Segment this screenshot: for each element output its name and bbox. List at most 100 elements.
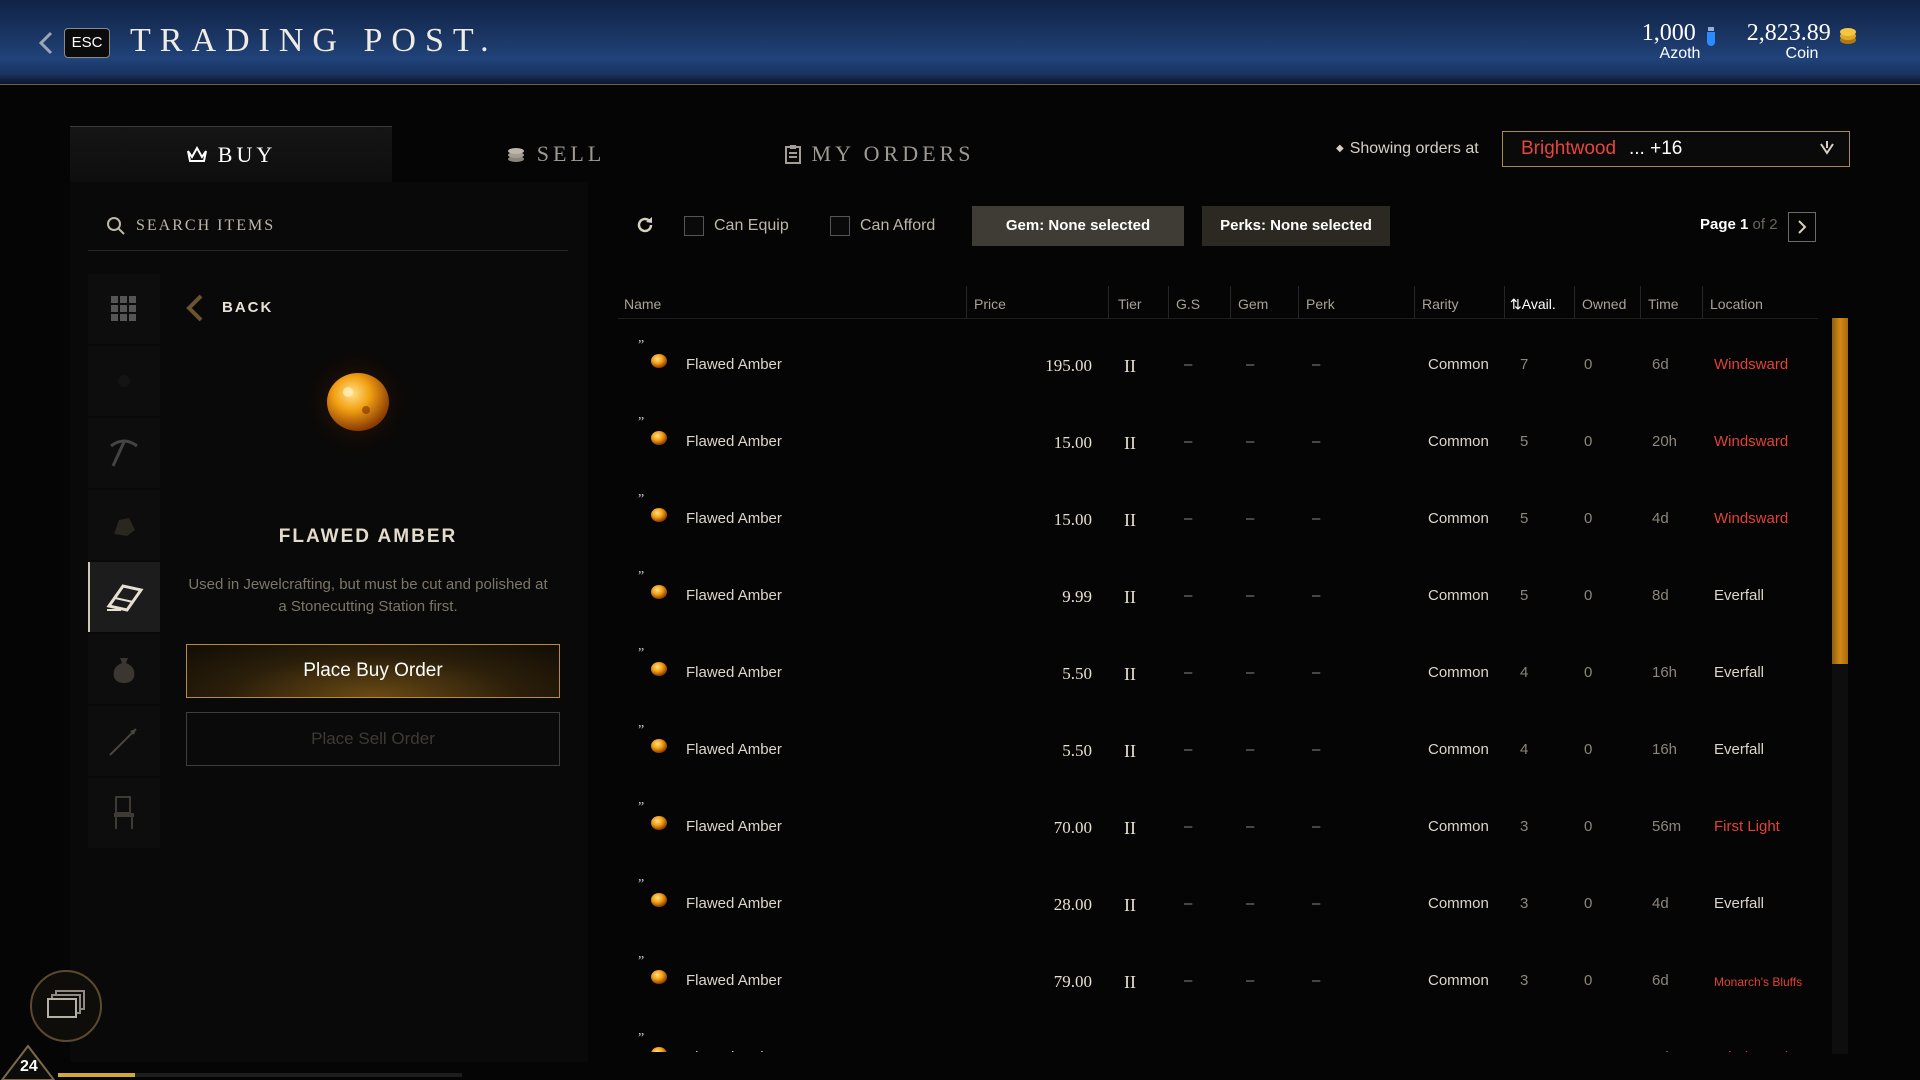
row-time: 4d [1652, 895, 1669, 912]
table-row[interactable]: ” Flawed Amber 195.00 II – – – Common 7 0 6d Windsw… [618, 326, 1818, 403]
row-owned: 0 [1584, 433, 1593, 450]
row-item-name: Flawed Amber [686, 818, 782, 835]
row-avail: 5 [1520, 433, 1529, 450]
table-row[interactable]: ” Flawed Amber 5.50 II – – – Common 4 0 16h Everfal… [618, 634, 1818, 711]
row-perk: – [1312, 895, 1321, 912]
table-row[interactable]: ” Flawed Amber 28.00 II – – – Common 3 0 4d Everfal… [618, 865, 1818, 942]
quote-mark-icon: ” [638, 492, 645, 507]
row-gs: – [1184, 587, 1193, 604]
crown-icon [186, 145, 207, 162]
col-name[interactable]: Name [624, 296, 661, 312]
col-divider [1108, 286, 1109, 318]
chat-button[interactable] [30, 970, 102, 1042]
refresh-icon[interactable] [636, 216, 654, 234]
category-furniture[interactable] [88, 778, 160, 848]
row-tier: II [1124, 433, 1136, 453]
col-avail[interactable]: ⇅Avail. [1510, 296, 1556, 313]
category-sidebar [88, 274, 160, 850]
row-avail: 3 [1520, 1049, 1528, 1052]
row-price: 195.00 [1045, 356, 1092, 375]
category-consumables[interactable] [88, 634, 160, 704]
trade-tabs: BUY SELL MY ORDERS [70, 126, 1044, 183]
row-gem: – [1246, 1049, 1254, 1052]
ore-icon [114, 518, 135, 536]
table-row[interactable]: ” Flawed Amber 15.00 II – – – Common 5 0 4d Windswa… [618, 480, 1818, 557]
col-time[interactable]: Time [1648, 296, 1679, 312]
row-gs: – [1184, 818, 1193, 835]
col-owned[interactable]: Owned [1582, 296, 1626, 312]
place-sell-order-button[interactable]: Place Sell Order [186, 712, 560, 766]
col-rarity[interactable]: Rarity [1422, 296, 1459, 312]
category-tools[interactable] [88, 418, 160, 488]
gem-filter-button[interactable]: Gem: None selected [972, 206, 1184, 246]
amber-icon [648, 350, 670, 377]
row-owned: 0 [1584, 1049, 1592, 1052]
table-row[interactable]: ” Flawed Amber 5.50 II – – – Common 4 0 16h Everfal… [618, 711, 1818, 788]
row-rarity: Common [1428, 587, 1489, 604]
tab-buy[interactable]: BUY [70, 126, 392, 183]
back-chevron-icon[interactable] [36, 30, 56, 56]
chevron-left-icon [186, 294, 203, 322]
category-ammo[interactable] [88, 706, 160, 776]
item-name: FLAWED AMBER [278, 526, 458, 547]
row-gem: – [1246, 587, 1255, 604]
back-button[interactable]: BACK [186, 294, 273, 322]
quote-mark-icon: ” [638, 569, 645, 584]
row-location: First Light [1714, 818, 1780, 835]
col-perk[interactable]: Perk [1306, 296, 1335, 312]
category-all[interactable] [88, 274, 160, 344]
col-divider [1168, 286, 1169, 318]
col-location[interactable]: Location [1710, 296, 1763, 312]
orders-table: Name Price Tier G.S Gem Perk Rarity ⇅Ava… [618, 286, 1818, 1052]
row-gs: – [1184, 664, 1193, 681]
col-tier[interactable]: Tier [1118, 296, 1142, 312]
row-gem: – [1246, 818, 1255, 835]
row-rarity: Common [1428, 664, 1489, 681]
row-time: 3d [1652, 1049, 1669, 1052]
col-avail-label: Avail. [1521, 296, 1556, 312]
row-perk: – [1312, 664, 1321, 681]
esc-button[interactable]: ESC [64, 28, 110, 58]
col-gem[interactable]: Gem [1238, 296, 1268, 312]
col-divider [1414, 286, 1415, 318]
top-bar: ESC TRADING POST. 1,000 Azoth 2,823.89 C… [0, 0, 1920, 85]
table-row[interactable]: ” Flawed Amber 15.00 II – – – Common 5 0 20h Windsw… [618, 403, 1818, 480]
category-gems[interactable] [88, 562, 160, 632]
next-page-button[interactable] [1788, 212, 1816, 242]
search-input[interactable] [134, 212, 538, 240]
amber-icon [648, 658, 670, 685]
row-gs: – [1184, 741, 1193, 758]
scrollbar-thumb[interactable] [1832, 318, 1848, 664]
row-gem: – [1246, 972, 1255, 989]
table-row[interactable]: ” Flawed Amber 13.98 II – – – Common 3 0 3d Windswa… [618, 1019, 1818, 1052]
category-raw[interactable] [88, 346, 160, 416]
table-row[interactable]: ” Flawed Amber 79.00 II – – – Common 3 0 6d Monarch… [618, 942, 1818, 1019]
tab-my-orders[interactable]: MY ORDERS [718, 126, 1040, 182]
can-equip-checkbox[interactable]: Can Equip [684, 216, 789, 236]
tab-sell[interactable]: SELL [394, 126, 716, 182]
row-rarity: Common [1428, 356, 1489, 373]
place-buy-order-button[interactable]: Place Buy Order [186, 644, 560, 698]
category-ore[interactable] [88, 490, 160, 560]
table-row[interactable]: ” Flawed Amber 70.00 II – – – Common 3 0 56m First … [618, 788, 1818, 865]
col-gs[interactable]: G.S [1176, 296, 1200, 312]
row-price: 70.00 [1053, 818, 1092, 837]
row-time: 6d [1652, 972, 1669, 989]
xp-bar [58, 1073, 462, 1077]
col-price[interactable]: Price [974, 296, 1006, 312]
row-item-name: Flawed Amber [686, 1049, 782, 1052]
row-gem: – [1246, 433, 1255, 450]
table-scrollbar[interactable] [1832, 318, 1848, 1054]
table-row[interactable]: ” Flawed Amber 9.99 II – – – Common 5 0 8d Everfall [618, 557, 1818, 634]
location-dropdown[interactable]: Brightwood ... +16 [1502, 131, 1850, 167]
can-afford-checkbox[interactable]: Can Afford [830, 216, 935, 236]
row-rarity: Common [1428, 972, 1489, 989]
row-gem: – [1246, 356, 1255, 373]
row-gs: – [1184, 356, 1193, 373]
row-avail: 3 [1520, 818, 1529, 835]
perks-filter-button[interactable]: Perks: None selected [1202, 206, 1390, 246]
row-price: 13.98 [972, 1049, 1092, 1052]
row-tier: II [1124, 510, 1136, 530]
col-divider [1504, 286, 1505, 318]
amber-icon [648, 581, 670, 608]
